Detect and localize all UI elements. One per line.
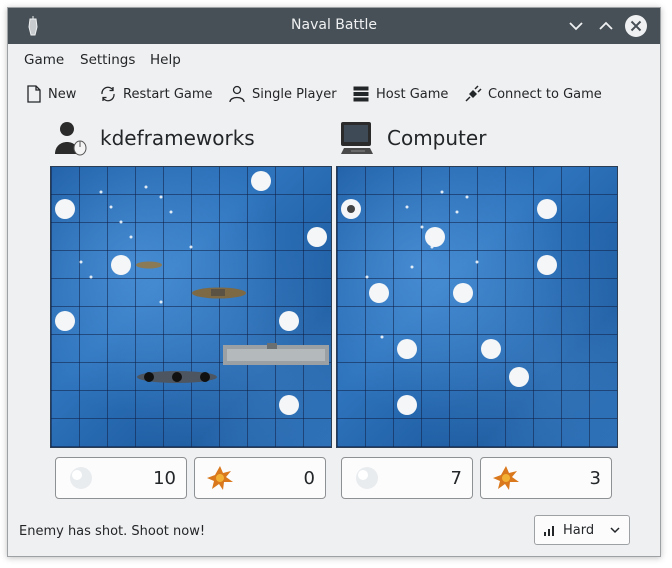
miss-splash	[369, 199, 557, 415]
minimize-icon[interactable]	[564, 14, 588, 38]
player-board-marks	[55, 171, 329, 415]
new-label: New	[48, 86, 77, 102]
maximize-icon[interactable]	[594, 14, 618, 38]
player-name: kdeframeworks	[100, 126, 255, 150]
window-title: Naval Battle	[291, 17, 377, 33]
splash-icon	[70, 467, 92, 489]
player-board[interactable]	[50, 166, 332, 448]
player-header-right: Computer	[339, 120, 486, 156]
host-game-label: Host Game	[376, 86, 449, 102]
ship-carrier	[223, 343, 329, 365]
opponent-misses-value: 7	[450, 468, 462, 489]
plug-icon	[465, 85, 482, 102]
player-misses-value: 10	[153, 468, 176, 489]
ship-sunk	[137, 371, 217, 383]
new-button[interactable]: New	[26, 83, 76, 105]
explosion-icon	[207, 466, 233, 490]
user-icon	[229, 85, 245, 103]
ship-small	[136, 261, 162, 269]
opponent-name: Computer	[387, 126, 487, 150]
chevron-down-icon	[610, 527, 620, 534]
restart-game-button[interactable]: Restart Game	[99, 83, 213, 105]
single-player-button[interactable]: Single Player	[228, 83, 337, 105]
player-hits-counter: 0	[194, 457, 326, 499]
opponent-hits-value: 3	[589, 468, 601, 489]
difficulty-select[interactable]: Hard	[534, 515, 630, 545]
status-message: Enemy has shot. Shoot now!	[19, 524, 206, 539]
toolbar: New Restart Game Single Player Host Game…	[8, 76, 660, 112]
new-document-icon	[27, 85, 41, 103]
menu-game[interactable]: Game	[24, 52, 64, 68]
menu-settings[interactable]: Settings	[80, 52, 135, 68]
title-bar: Naval Battle	[8, 8, 660, 44]
opponent-misses-counter: 7	[341, 457, 473, 499]
connect-button[interactable]: Connect to Game	[464, 83, 602, 105]
explosion-icon	[493, 466, 519, 490]
restart-label: Restart Game	[123, 86, 213, 102]
player-misses-counter: 10	[55, 457, 187, 499]
enemy-board-marks	[341, 190, 557, 415]
server-icon	[353, 86, 369, 102]
app-window: Naval Battle Game Settings Help New Rest…	[7, 7, 661, 557]
opponent-hits-counter: 3	[480, 457, 612, 499]
user-icon	[55, 122, 87, 156]
computer-icon	[341, 122, 373, 154]
player-header-left: kdeframeworks	[52, 120, 255, 156]
ship-medium	[192, 287, 246, 299]
enemy-board[interactable]	[336, 166, 618, 448]
splash-icon	[356, 467, 378, 489]
menu-bar: Game Settings Help	[8, 44, 660, 74]
restart-icon	[101, 86, 115, 102]
connect-label: Connect to Game	[488, 86, 602, 102]
difficulty-label: Hard	[563, 522, 595, 538]
close-icon[interactable]	[624, 14, 648, 38]
single-player-label: Single Player	[252, 86, 337, 102]
host-game-button[interactable]: Host Game	[352, 83, 448, 105]
player-hits-value: 0	[303, 468, 315, 489]
signal-bars-icon	[544, 526, 554, 536]
menu-help[interactable]: Help	[150, 52, 181, 68]
